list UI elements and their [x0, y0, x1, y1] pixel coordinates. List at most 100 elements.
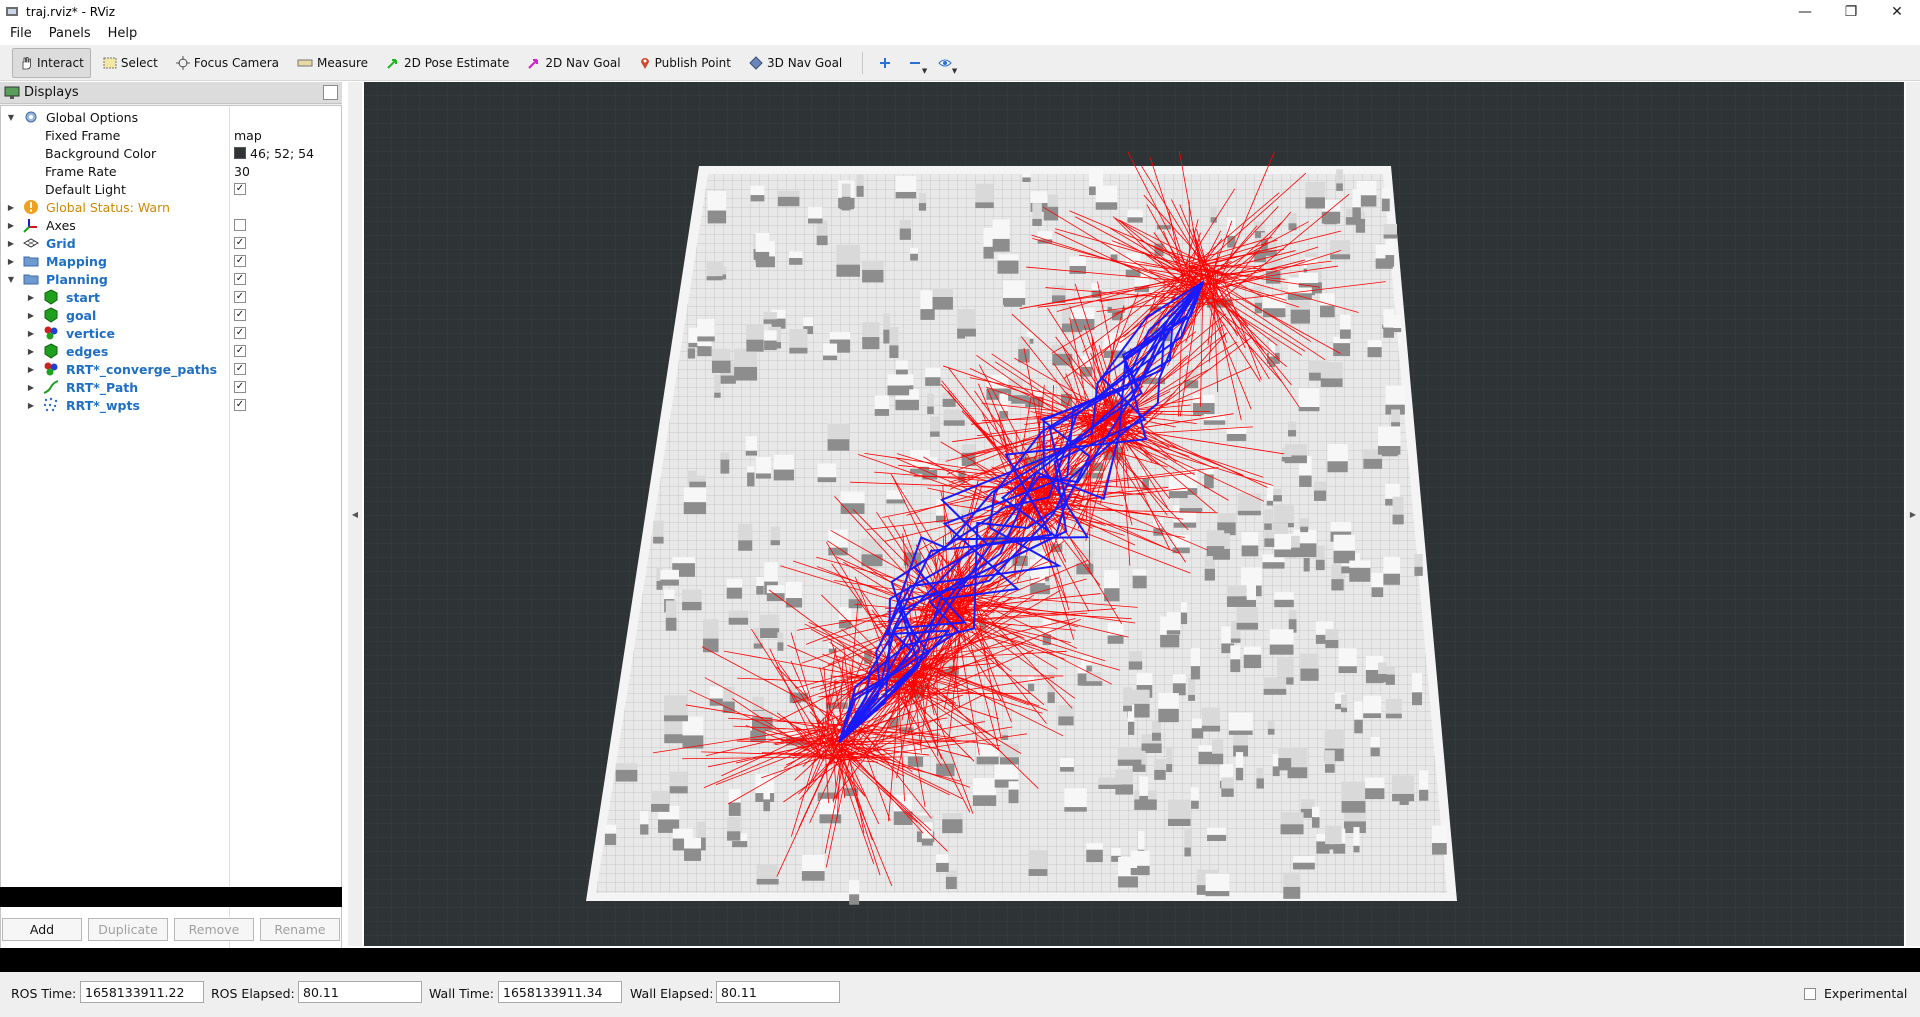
default-light-label: Default Light [45, 181, 126, 197]
tree-row-fixed-frame[interactable]: Fixed Frame map [1, 126, 341, 144]
obstacle-block [1166, 612, 1181, 631]
grid-checkbox[interactable]: ✓ [234, 237, 246, 249]
tree-row-vertice[interactable]: ▶ vertice ✓ [1, 324, 341, 342]
undock-button[interactable] [323, 85, 338, 100]
background-color-value[interactable]: 46; 52; 54 [234, 146, 314, 161]
expand-arrow-icon[interactable]: ▶ [26, 328, 36, 338]
menu-file[interactable]: File [0, 26, 39, 41]
wall-elapsed-field[interactable]: 80.11 [716, 981, 840, 1003]
obstacle-block-side [1355, 218, 1366, 233]
experimental-toggle[interactable]: Experimental [1804, 986, 1907, 1001]
obstacle-block [1263, 295, 1286, 309]
goal-checkbox[interactable]: ✓ [234, 309, 246, 321]
mapping-checkbox[interactable]: ✓ [234, 255, 246, 267]
obstacle-block-side [1228, 730, 1253, 735]
nav-goal-tool[interactable]: 2D Nav Goal [521, 48, 626, 78]
expand-arrow-icon[interactable]: ▼ [6, 274, 16, 284]
obstacle-block-side [1002, 297, 1026, 305]
start-checkbox[interactable]: ✓ [234, 291, 246, 303]
tree-row-goal[interactable]: ▶ goal ✓ [1, 306, 341, 324]
tree-row-global-status[interactable]: ▶ Global Status: Warn [1, 198, 341, 216]
scene-canvas[interactable] [364, 82, 1904, 946]
tree-row-global-options[interactable]: ▼ Global Options [1, 108, 341, 126]
vertice-checkbox[interactable]: ✓ [234, 327, 246, 339]
add-button[interactable]: Add [2, 918, 82, 941]
expand-arrow-icon[interactable]: ▶ [26, 382, 36, 392]
remove-tool-button[interactable]: ▼ [901, 49, 929, 77]
pose-estimate-tool[interactable]: 2D Pose Estimate [380, 48, 515, 78]
tree-row-planning[interactable]: ▼ Planning ✓ [1, 270, 341, 288]
obstacle-block-side [707, 210, 727, 224]
expand-arrow-icon[interactable]: ▶ [26, 400, 36, 410]
planning-checkbox[interactable]: ✓ [234, 273, 246, 285]
view-tool-button[interactable]: ▼ [931, 49, 959, 77]
mapping-label: Mapping [46, 253, 107, 269]
tree-row-background-color[interactable]: Background Color 46; 52; 54 [1, 144, 341, 162]
focus-camera-tool[interactable]: Focus Camera [170, 48, 285, 78]
select-tool[interactable]: Select [97, 48, 164, 78]
expand-arrow-icon[interactable]: ▶ [6, 220, 16, 230]
menu-panels[interactable]: Panels [39, 26, 98, 41]
obstacle-block [1385, 483, 1400, 499]
left-panel-collapse-handle[interactable]: ◀ [348, 82, 362, 946]
obstacle-block [755, 456, 771, 474]
obstacle-block-side [1377, 445, 1401, 455]
ros-elapsed-field[interactable]: 80.11 [298, 981, 422, 1003]
frame-rate-value[interactable]: 30 [234, 164, 250, 179]
obstacle-block-side [727, 831, 741, 841]
expand-arrow-icon[interactable]: ▼ [6, 112, 16, 122]
publish-point-tool[interactable]: Publish Point [633, 48, 737, 78]
obstacle-block [1051, 285, 1066, 296]
minimize-button[interactable]: — [1782, 0, 1828, 23]
tree-row-mapping[interactable]: ▶ Mapping ✓ [1, 252, 341, 270]
3d-render-view[interactable] [364, 82, 1904, 946]
duplicate-button[interactable]: Duplicate [88, 918, 168, 941]
remove-button[interactable]: Remove [174, 918, 254, 941]
tree-row-rrt-path[interactable]: ▶ RRT*_Path ✓ [1, 378, 341, 396]
right-panel-collapse-handle[interactable]: ▶ [1906, 82, 1920, 946]
fixed-frame-value[interactable]: map [234, 128, 262, 143]
expand-arrow-icon[interactable]: ▶ [26, 292, 36, 302]
tree-row-frame-rate[interactable]: Frame Rate 30 [1, 162, 341, 180]
menu-help[interactable]: Help [98, 26, 145, 41]
tree-row-axes[interactable]: ▶ Axes [1, 216, 341, 234]
expand-arrow-icon[interactable]: ▶ [6, 202, 16, 212]
obstacle-block-side [1204, 474, 1214, 489]
maximize-button[interactable]: ❐ [1828, 0, 1874, 23]
tree-row-grid[interactable]: ▶ Grid ✓ [1, 234, 341, 252]
expand-arrow-icon[interactable]: ▶ [6, 256, 16, 266]
rrt-wpts-checkbox[interactable]: ✓ [234, 399, 246, 411]
obstacle-block-side [1230, 659, 1241, 673]
frame-rate-label: Frame Rate [45, 163, 117, 179]
tree-row-converge-paths[interactable]: ▶ RRT*_converge_paths ✓ [1, 360, 341, 378]
tree-row-rrt-wpts[interactable]: ▶ RRT*_wpts ✓ [1, 396, 341, 414]
obstacle-block-side [785, 598, 803, 608]
measure-tool[interactable]: Measure [291, 48, 374, 78]
interact-tool[interactable]: Interact [12, 47, 91, 78]
obstacle-block-side [1071, 319, 1095, 330]
edges-checkbox[interactable]: ✓ [234, 345, 246, 357]
expand-arrow-icon[interactable]: ▶ [6, 238, 16, 248]
tree-row-default-light[interactable]: Default Light ✓ [1, 180, 341, 198]
close-button[interactable]: ✕ [1874, 0, 1920, 23]
converge-paths-checkbox[interactable]: ✓ [234, 363, 246, 375]
obstacle-block [992, 219, 1010, 239]
tree-row-edges[interactable]: ▶ edges ✓ [1, 342, 341, 360]
axes-label: Axes [46, 217, 76, 233]
expand-arrow-icon[interactable]: ▶ [26, 310, 36, 320]
obstacle-block-side [997, 260, 1019, 274]
expand-arrow-icon[interactable]: ▶ [26, 364, 36, 374]
axes-checkbox[interactable] [234, 219, 246, 231]
wall-time-field[interactable]: 1658133911.34 [498, 981, 622, 1003]
rename-button[interactable]: Rename [260, 918, 340, 941]
add-tool-button[interactable] [871, 49, 899, 77]
obstacle-block [1341, 781, 1366, 802]
obstacle-block-side [1267, 728, 1275, 735]
tree-row-start[interactable]: ▶ start ✓ [1, 288, 341, 306]
experimental-checkbox[interactable] [1804, 987, 1816, 1000]
expand-arrow-icon[interactable]: ▶ [26, 346, 36, 356]
rrt-path-checkbox[interactable]: ✓ [234, 381, 246, 393]
default-light-checkbox[interactable]: ✓ [234, 183, 246, 195]
nav-goal-3d-tool[interactable]: 3D Nav Goal [743, 48, 848, 78]
ros-time-field[interactable]: 1658133911.22 [80, 981, 204, 1003]
